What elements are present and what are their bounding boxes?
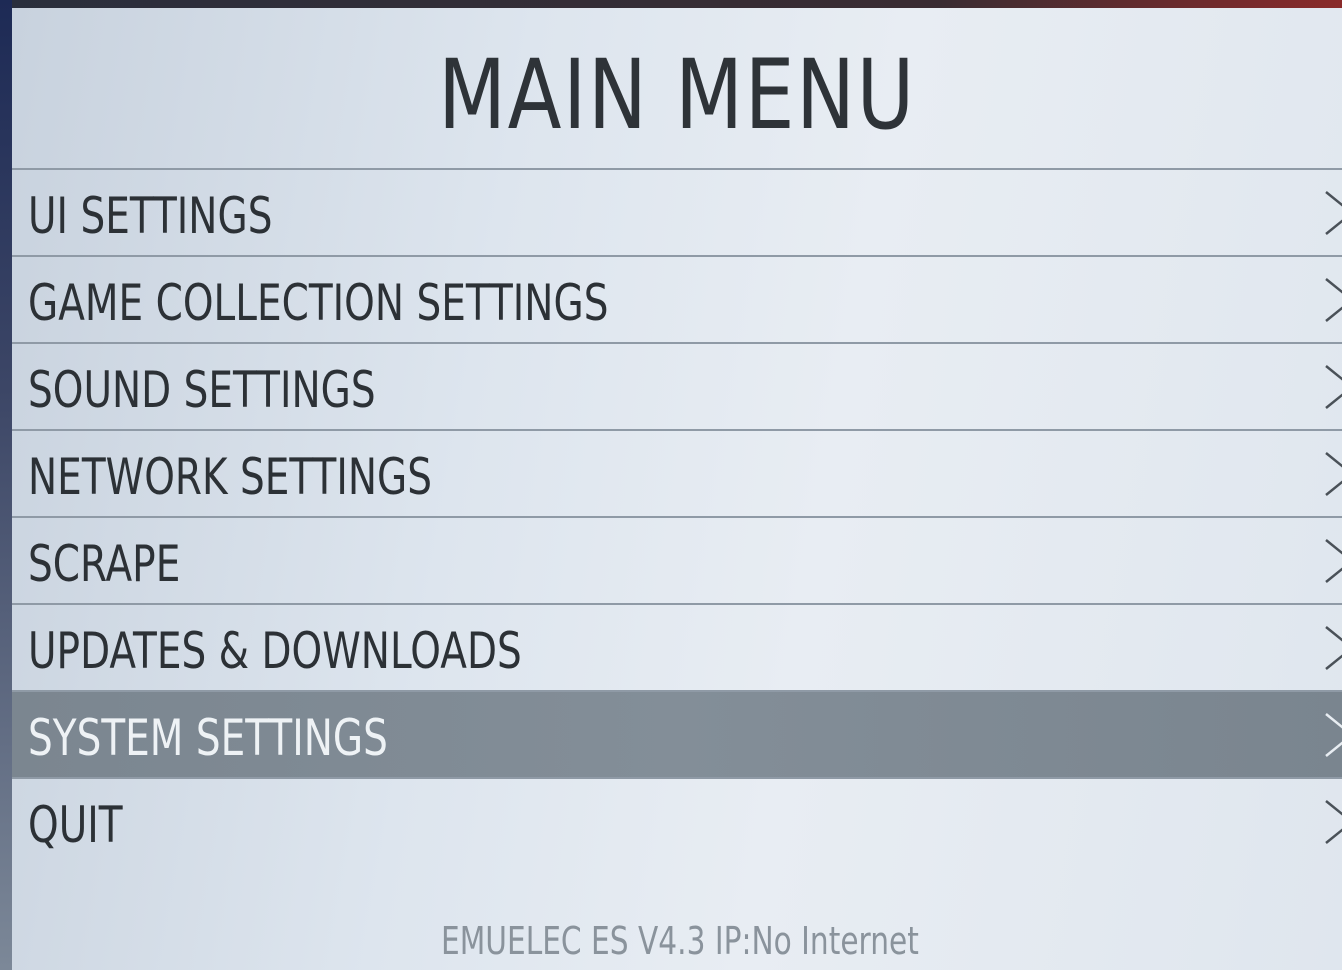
chevron-right-icon (1322, 190, 1342, 236)
menu-item-label: UI SETTINGS (28, 187, 273, 245)
menu-item-system-settings[interactable]: SYSTEM SETTINGS (12, 692, 1342, 779)
menu-item-label: SOUND SETTINGS (28, 361, 376, 419)
version-footer: EMUELEC ES V4.3 IP:No Internet (440, 919, 919, 963)
menu-item-label: UPDATES & DOWNLOADS (28, 622, 522, 680)
menu-item-label: SCRAPE (28, 535, 181, 593)
menu-item-network-settings[interactable]: NETWORK SETTINGS (12, 431, 1342, 518)
menu-item-label: SYSTEM SETTINGS (28, 709, 388, 767)
menu-item-label: QUIT (28, 796, 123, 854)
screen-left-edge (0, 0, 12, 970)
chevron-right-icon (1322, 799, 1342, 845)
chevron-right-icon (1322, 277, 1342, 323)
chevron-right-icon (1322, 712, 1342, 758)
menu-item-ui-settings[interactable]: UI SETTINGS (12, 170, 1342, 257)
chevron-right-icon (1322, 625, 1342, 671)
menu-items: UI SETTINGS GAME COLLECTION SETTINGS SOU… (12, 170, 1342, 866)
menu-item-label: NETWORK SETTINGS (28, 448, 432, 506)
chevron-right-icon (1322, 538, 1342, 584)
menu-item-sound-settings[interactable]: SOUND SETTINGS (12, 344, 1342, 431)
tv-screen: MAIN MENU UI SETTINGS GAME COLLECTION SE… (0, 0, 1342, 970)
menu-item-game-collection-settings[interactable]: GAME COLLECTION SETTINGS (12, 257, 1342, 344)
chevron-right-icon (1322, 364, 1342, 410)
main-menu-panel: MAIN MENU UI SETTINGS GAME COLLECTION SE… (12, 8, 1342, 970)
chevron-right-icon (1322, 451, 1342, 497)
menu-item-scrape[interactable]: SCRAPE (12, 518, 1342, 605)
menu-item-updates-downloads[interactable]: UPDATES & DOWNLOADS (12, 605, 1342, 692)
menu-item-quit[interactable]: QUIT (12, 779, 1342, 866)
menu-item-label: GAME COLLECTION SETTINGS (28, 274, 609, 332)
menu-title: MAIN MENU (438, 39, 916, 151)
